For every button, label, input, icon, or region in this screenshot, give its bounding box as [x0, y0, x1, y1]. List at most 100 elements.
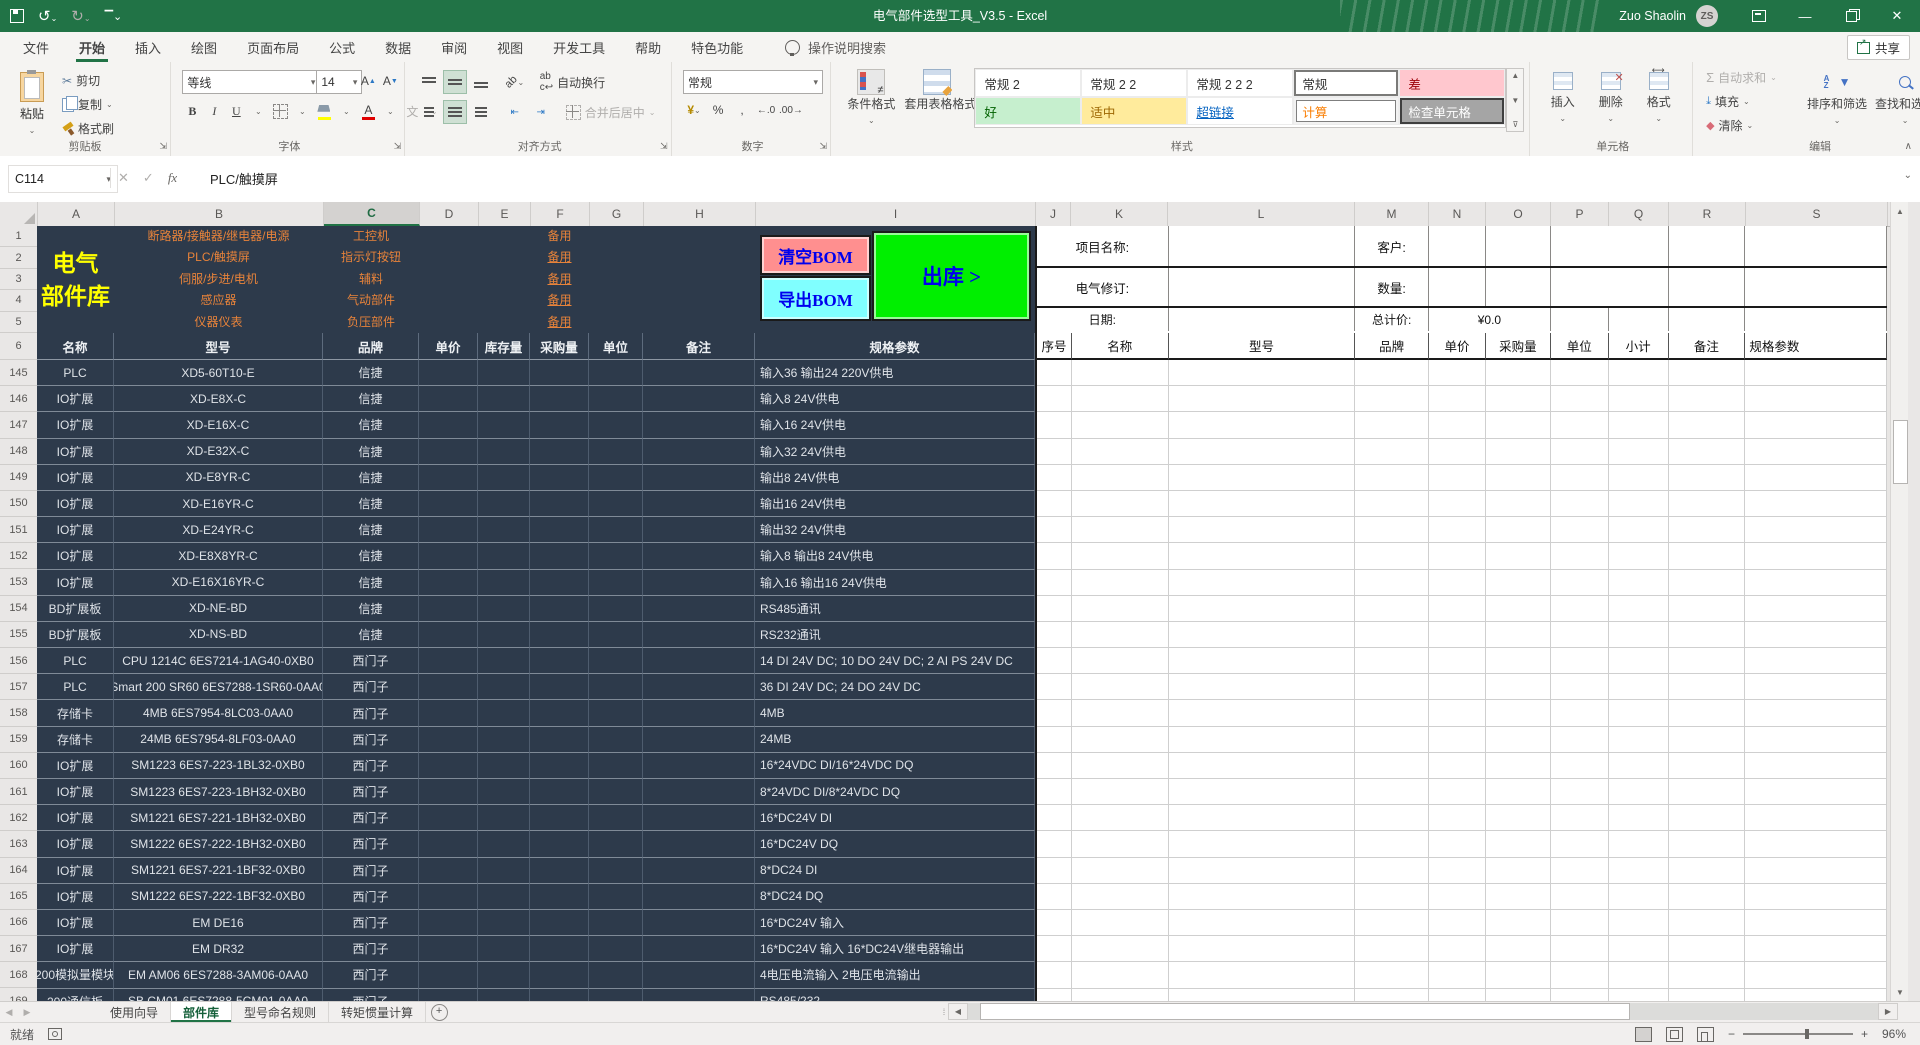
cell[interactable] — [1609, 858, 1669, 884]
cell[interactable] — [643, 570, 755, 596]
fill-color-dropdown[interactable]: ⌄ — [336, 100, 356, 122]
autosum-button[interactable]: Σ 自动求和⌄ — [1706, 69, 1777, 86]
cell[interactable] — [478, 989, 530, 1002]
cell[interactable] — [419, 884, 478, 910]
cell[interactable] — [1037, 674, 1072, 700]
ribbon-tab-视图[interactable]: 视图 — [482, 32, 538, 62]
cell[interactable] — [1169, 360, 1356, 386]
spare-link[interactable]: 备用 — [530, 312, 589, 333]
column-header-I[interactable]: I — [756, 202, 1036, 226]
cell[interactable]: 输入16 24V供电 — [755, 412, 1035, 438]
italic-button[interactable]: I — [204, 100, 224, 122]
cell[interactable]: 西门子 — [323, 989, 419, 1002]
insert-cells-button[interactable]: 插入⌄ — [1540, 72, 1586, 124]
cell[interactable]: XD-E16YR-C — [114, 491, 323, 517]
cell[interactable] — [1609, 386, 1669, 412]
export-bom-button[interactable]: 导出BOM — [760, 276, 871, 321]
cell[interactable]: RS485/232 — [755, 989, 1035, 1002]
enter-icon[interactable]: ✓ — [143, 170, 154, 186]
cell[interactable]: SM1223 6ES7-223-1BL32-0XB0 — [114, 753, 323, 779]
cell[interactable] — [1037, 491, 1072, 517]
cell[interactable] — [1609, 596, 1669, 622]
bom-header-单位[interactable]: 单位 — [1551, 333, 1609, 360]
cell-style-适中[interactable]: 适中 — [1081, 97, 1187, 125]
ribbon-tab-插入[interactable]: 插入 — [120, 32, 176, 62]
cell[interactable]: XD-E8YR-C — [114, 465, 323, 491]
column-header-R[interactable]: R — [1669, 202, 1746, 226]
cell[interactable] — [419, 727, 478, 753]
align-middle-button[interactable] — [443, 70, 467, 94]
cell[interactable] — [1169, 753, 1356, 779]
cell[interactable] — [530, 989, 589, 1002]
borders-dropdown[interactable]: ⌄ — [292, 100, 312, 122]
cell[interactable] — [419, 517, 478, 543]
cell[interactable] — [1072, 386, 1169, 412]
cell[interactable] — [643, 962, 755, 988]
cell[interactable] — [1072, 439, 1169, 465]
cell[interactable] — [1486, 936, 1551, 962]
cell[interactable] — [530, 465, 589, 491]
column-header-A[interactable]: A — [38, 202, 115, 226]
cell[interactable] — [1486, 884, 1551, 910]
clear-bom-button[interactable]: 清空BOM — [760, 235, 871, 275]
minimize-button[interactable]: — — [1782, 0, 1828, 32]
delete-cells-button[interactable]: ✕ 删除⌄ — [1588, 72, 1634, 124]
row-header-151[interactable]: 151 — [0, 517, 37, 543]
cell[interactable]: 信捷 — [323, 570, 419, 596]
collapse-ribbon-icon[interactable]: ∧ — [1905, 141, 1912, 152]
scroll-up-icon[interactable]: ▲ — [1891, 202, 1909, 220]
cell[interactable] — [1429, 439, 1486, 465]
cell[interactable] — [1355, 596, 1429, 622]
bom-panel-label[interactable]: 项目名称: — [1037, 226, 1169, 266]
cell[interactable] — [1169, 648, 1356, 674]
cell[interactable] — [1429, 858, 1486, 884]
ribbon-tab-页面布局[interactable]: 页面布局 — [232, 32, 314, 62]
bom-panel-cell[interactable] — [1169, 308, 1356, 331]
cell[interactable] — [1669, 936, 1746, 962]
cell[interactable] — [419, 648, 478, 674]
column-header-O[interactable]: O — [1486, 202, 1551, 226]
cell[interactable] — [478, 648, 530, 674]
cell[interactable] — [1355, 805, 1429, 831]
cell[interactable] — [478, 727, 530, 753]
cell[interactable]: 信捷 — [323, 439, 419, 465]
parts-header-采购量[interactable]: 采购量 — [530, 333, 589, 360]
cell[interactable]: 16*DC24V 输入 — [755, 910, 1035, 936]
row-header-157[interactable]: 157 — [0, 674, 37, 700]
bom-header-规格参数[interactable]: 规格参数 — [1745, 333, 1887, 360]
cell[interactable] — [1551, 884, 1609, 910]
row-header-4[interactable]: 4 — [0, 290, 37, 311]
cell[interactable] — [643, 412, 755, 438]
cell[interactable] — [1355, 622, 1429, 648]
cell[interactable]: SM1221 6ES7-221-1BH32-0XB0 — [114, 805, 323, 831]
formula-input[interactable]: PLC/触摸屏 — [210, 165, 278, 191]
cell[interactable] — [419, 439, 478, 465]
cell[interactable] — [1037, 517, 1072, 543]
cell[interactable] — [1669, 727, 1746, 753]
bom-panel-cell[interactable] — [1551, 226, 1669, 266]
cell[interactable] — [1745, 753, 1887, 779]
cell[interactable] — [1669, 517, 1746, 543]
font-color-button[interactable]: A — [358, 100, 378, 122]
cell[interactable]: RS232通讯 — [755, 622, 1035, 648]
cell[interactable]: 西门子 — [323, 910, 419, 936]
cell[interactable] — [643, 439, 755, 465]
font-family-select[interactable]: 等线▾ — [182, 70, 320, 94]
cell[interactable]: 西门子 — [323, 936, 419, 962]
cell[interactable] — [1169, 805, 1356, 831]
close-button[interactable]: ✕ — [1874, 0, 1920, 32]
cell[interactable] — [1355, 674, 1429, 700]
cell[interactable]: 信捷 — [323, 386, 419, 412]
borders-button[interactable] — [270, 100, 290, 122]
parts-header-库存量[interactable]: 库存量 — [478, 333, 530, 360]
cell[interactable] — [1037, 936, 1072, 962]
expand-formula-bar-icon[interactable]: ⌄ — [1904, 170, 1912, 181]
cell[interactable] — [1609, 674, 1669, 700]
cell[interactable] — [1609, 439, 1669, 465]
cell[interactable]: IO扩展 — [37, 439, 114, 465]
cell[interactable] — [1551, 543, 1609, 569]
cell[interactable] — [1551, 831, 1609, 857]
cell[interactable] — [1169, 570, 1356, 596]
column-header-N[interactable]: N — [1429, 202, 1486, 226]
cell[interactable] — [1609, 910, 1669, 936]
